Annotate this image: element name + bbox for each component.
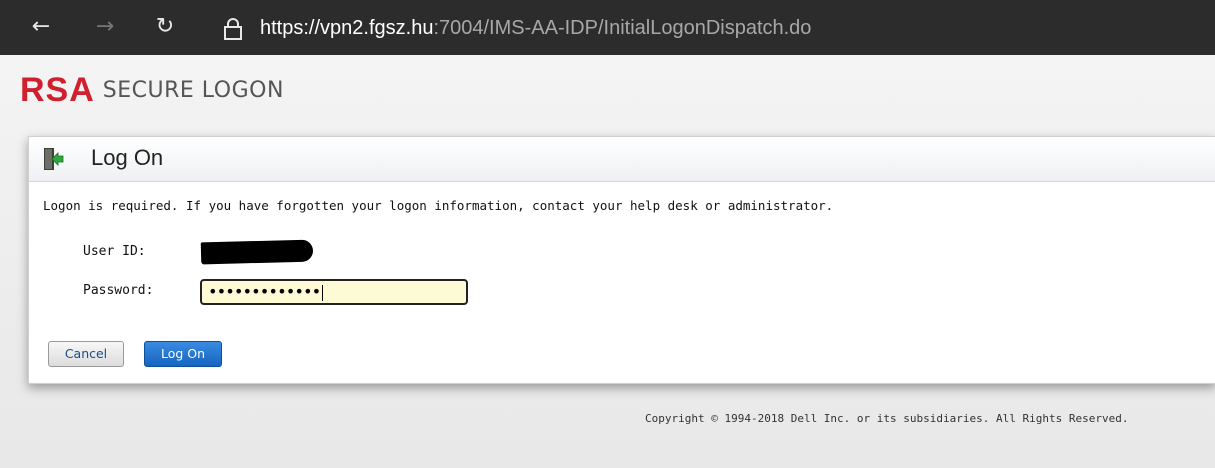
- url-host: vpn2.fgsz.hu: [320, 17, 434, 39]
- address-bar[interactable]: https://vpn2.fgsz.hu:7004/IMS-AA-IDP/Ini…: [260, 14, 811, 42]
- logon-panel: Log On Logon is required. If you have fo…: [28, 136, 1215, 384]
- rsa-logo: RSA: [20, 70, 95, 109]
- panel-title: Log On: [91, 145, 164, 170]
- user-id-redacted-field[interactable]: [200, 239, 314, 265]
- back-arrow-icon[interactable]: ←: [28, 14, 54, 40]
- password-input[interactable]: •••••••••••••: [200, 279, 468, 305]
- logon-info-text: Logon is required. If you have forgotten…: [43, 198, 834, 213]
- password-dots: •••••••••••••: [208, 282, 321, 301]
- log-on-button[interactable]: Log On: [144, 341, 222, 367]
- password-label: Password:: [83, 283, 154, 298]
- text-caret: [322, 284, 324, 301]
- brand-subtitle: SECURE LOGON: [102, 77, 284, 103]
- brand-header: RSA SECURE LOGON: [20, 70, 284, 110]
- browser-toolbar: ← → ↻ https://vpn2.fgsz.hu:7004/IMS-AA-I…: [0, 0, 1215, 55]
- url-scheme: https://: [260, 17, 321, 39]
- cancel-button[interactable]: Cancel: [48, 341, 124, 367]
- door-exit-icon: [44, 148, 64, 170]
- forward-arrow-icon[interactable]: →: [92, 14, 118, 40]
- url-path: :7004/IMS-AA-IDP/InitialLogonDispatch.do: [433, 17, 812, 39]
- panel-header: Log On: [29, 137, 1215, 182]
- user-id-label: User ID:: [83, 244, 146, 259]
- copyright-text: Copyright © 1994-2018 Dell Inc. or its s…: [645, 412, 1129, 425]
- lock-icon: [224, 18, 242, 40]
- refresh-icon[interactable]: ↻: [152, 14, 178, 40]
